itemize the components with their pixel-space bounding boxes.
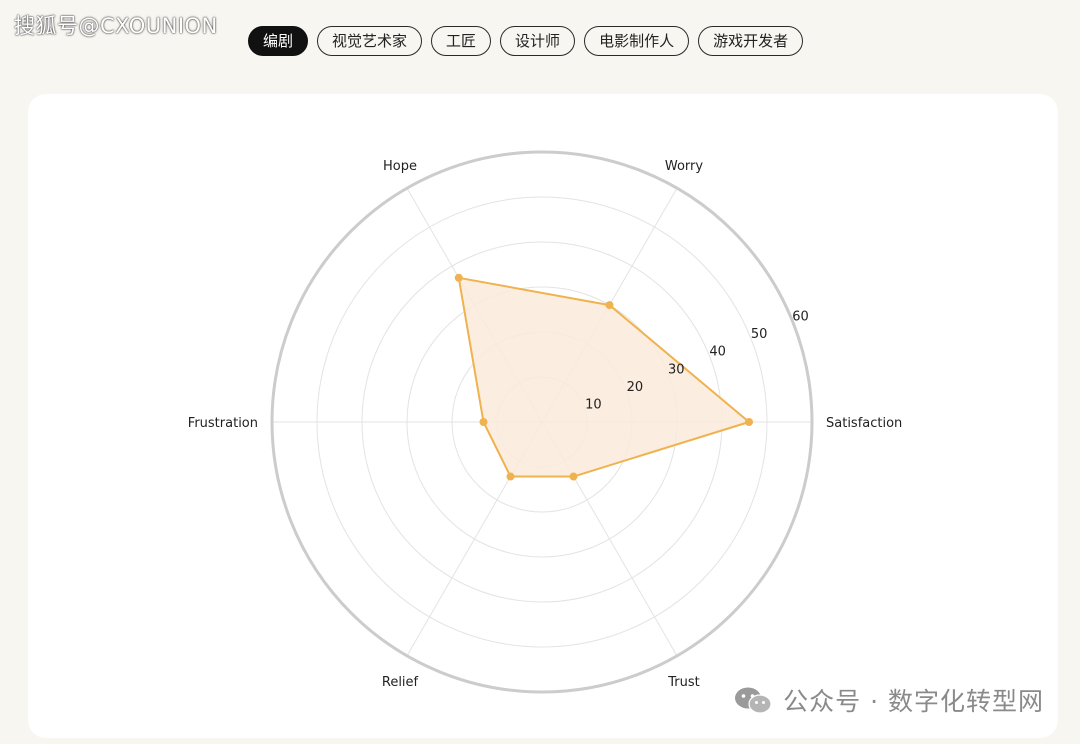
data-point — [605, 301, 614, 310]
watermark-bottom: 公众号 · 数字化转型网 — [733, 682, 1044, 718]
tab-craftsman[interactable]: 工匠 — [431, 26, 492, 56]
radial-tick-label: 10 — [585, 397, 602, 412]
data-point — [479, 418, 488, 426]
tab-screenwriter[interactable]: 编剧 — [248, 26, 309, 56]
axis-label: Frustration — [188, 416, 258, 431]
data-point — [506, 472, 515, 481]
tab-filmmaker[interactable]: 电影制作人 — [584, 26, 690, 56]
axis-label: Relief — [382, 675, 419, 690]
axis-label: Hope — [383, 159, 417, 174]
persona-tabs: 编剧 视觉艺术家 工匠 设计师 电影制作人 游戏开发者 — [248, 26, 804, 56]
axis-label: Trust — [667, 675, 699, 690]
radial-tick-label: 20 — [627, 380, 644, 395]
series-area — [457, 276, 750, 478]
axis-label: Satisfaction — [826, 416, 902, 431]
axis-label: Worry — [665, 159, 704, 174]
radial-tick-label: 30 — [668, 362, 685, 377]
radial-tick-label: 60 — [792, 310, 809, 325]
data-point — [454, 273, 463, 282]
data-point — [745, 418, 753, 426]
watermark-bottom-text: 公众号 · 数字化转型网 — [783, 687, 1044, 716]
radial-tick-label: 50 — [751, 327, 768, 342]
radar-chart: 10 20 30 40 50 60 Satisfaction Worry Hope Frustra… — [188, 150, 902, 694]
tab-visual-artist[interactable]: 视觉艺术家 — [317, 26, 423, 56]
tab-designer[interactable]: 设计师 — [500, 26, 576, 56]
watermark-top: 搜狐号@CXOUNION — [14, 14, 218, 38]
data-point — [569, 472, 578, 481]
tab-game-developer[interactable]: 游戏开发者 — [698, 26, 804, 56]
radial-tick-label: 40 — [709, 345, 726, 360]
wechat-icon — [735, 687, 772, 714]
chart-card: 10 20 30 40 50 60 Satisfaction Worry Hope Frustra… — [28, 94, 1058, 738]
